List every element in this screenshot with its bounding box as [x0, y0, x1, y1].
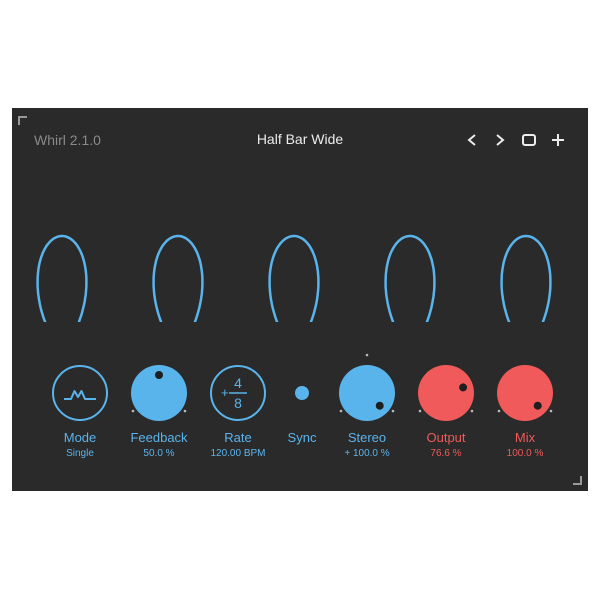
add-preset-button[interactable]: [548, 130, 568, 150]
rate-numerator: 4: [234, 375, 242, 391]
mix-label: Mix: [514, 430, 536, 445]
sync-toggle[interactable]: [272, 363, 332, 423]
output-min-tick: [418, 409, 422, 413]
mode-value: Single: [66, 448, 94, 459]
mix-max-tick: [549, 409, 553, 413]
waveform-curve: [36, 234, 552, 322]
feedback-min-tick: [131, 409, 135, 413]
corner-marker-top-left: [18, 116, 27, 125]
rate-denominator: 8: [234, 395, 242, 411]
output-max-tick: [470, 409, 474, 413]
feedback-label: Feedback: [130, 430, 188, 445]
rate-value: 120.00 BPM: [210, 448, 266, 459]
mix-min-tick: [497, 409, 501, 413]
plus-icon: [552, 134, 564, 146]
plugin-window: Whirl 2.1.0 Half Bar Wide Mode Single Fe…: [12, 108, 588, 491]
output-knob-body: [418, 365, 474, 421]
output-value: 76.6 %: [430, 448, 462, 459]
output-knob[interactable]: [416, 363, 476, 423]
waveform-m-icon: [64, 390, 96, 400]
rate-prefix: +: [221, 385, 229, 400]
stereo-max-tick: [391, 409, 395, 413]
chevron-left-icon: [467, 134, 476, 146]
square-icon: [522, 134, 536, 146]
stereo-knob-body: [339, 365, 395, 421]
mix-knob-body: [497, 365, 553, 421]
mix-value: 100.0 %: [506, 448, 544, 459]
feedback-knob-pointer: [155, 371, 163, 379]
sync-indicator: [295, 386, 309, 400]
feedback-knob[interactable]: [129, 363, 189, 423]
waveform-display: [36, 234, 552, 322]
rate-selector[interactable]: + 4 8: [208, 363, 268, 423]
mix-knob[interactable]: [495, 363, 555, 423]
feedback-max-tick: [183, 409, 187, 413]
feedback-value: 50.0 %: [143, 448, 175, 459]
stereo-value: + 100.0 %: [344, 448, 390, 459]
mode-label: Mode: [63, 430, 97, 445]
stereo-center-tick: [365, 353, 369, 357]
stereo-knob[interactable]: [337, 353, 397, 423]
resize-handle[interactable]: [573, 476, 582, 485]
stereo-min-tick: [339, 409, 343, 413]
stereo-label: Stereo: [347, 430, 387, 445]
next-preset-button[interactable]: [490, 130, 510, 150]
prev-preset-button[interactable]: [462, 130, 482, 150]
save-preset-button[interactable]: [519, 130, 539, 150]
mode-ring: [52, 365, 108, 421]
chevron-right-icon: [496, 134, 505, 146]
output-label: Output: [426, 430, 466, 445]
mode-button[interactable]: [50, 363, 110, 423]
